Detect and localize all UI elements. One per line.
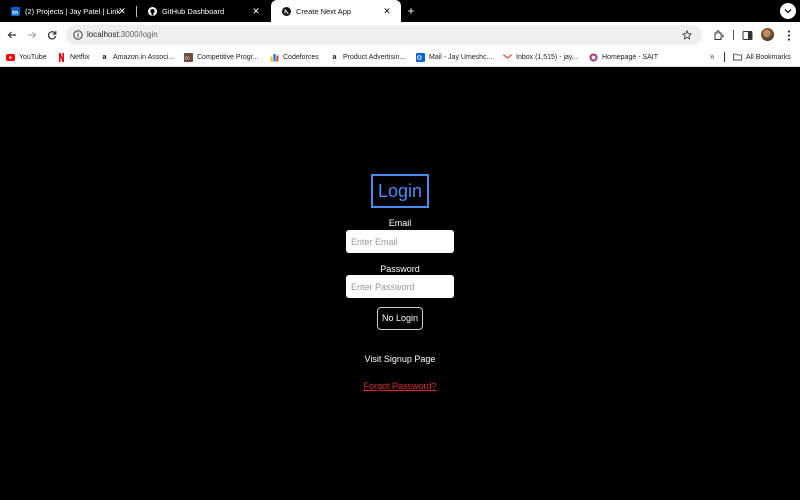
bookmark-label: Homepage - SAIT (602, 53, 659, 61)
bookmark-sait-homepage[interactable]: Homepage - SAIT (589, 50, 658, 64)
reload-button[interactable] (45, 28, 59, 42)
extensions-icon[interactable] (711, 28, 725, 42)
close-icon[interactable]: ✕ (381, 5, 393, 17)
site-info-icon[interactable] (72, 29, 84, 41)
login-heading: Login (371, 174, 429, 208)
amazon-icon: a (102, 53, 107, 61)
address-bar[interactable]: localhost:3000/login (66, 25, 702, 45)
browser-menu-icon[interactable] (782, 28, 796, 42)
tab-title: (2) Projects | Jay Patel | LinkedIn (25, 6, 120, 16)
close-icon[interactable]: ✕ (250, 5, 262, 17)
url-host: localhost (87, 30, 119, 39)
linkedin-icon: in (11, 6, 20, 16)
bookmarks-divider (724, 52, 725, 62)
bookmark-label: YouTube (19, 53, 47, 61)
more-bookmarks-button[interactable]: » (706, 50, 718, 64)
toolbar-divider (733, 30, 734, 40)
forward-button[interactable] (25, 28, 39, 42)
back-button[interactable] (5, 28, 19, 42)
side-panel-icon[interactable] (740, 28, 754, 42)
bookmark-codeforces[interactable]: Codeforces (270, 50, 319, 64)
folder-icon (733, 53, 742, 62)
bookmark-netflix[interactable]: Netflix (57, 50, 89, 64)
tab-create-next-app[interactable]: Create Next App ✕ (271, 0, 401, 22)
back-arrow-icon (7, 31, 16, 39)
nextjs-icon (282, 6, 291, 16)
youtube-icon (6, 53, 15, 62)
tab-title: GitHub Dashboard (162, 6, 225, 16)
forgot-password-link[interactable]: Forgot Password? (340, 380, 460, 392)
bookmarks-bar: YouTube Netflix a Amazon.in Associ... cc… (0, 47, 800, 67)
url-text: localhost:3000/login (87, 28, 158, 42)
tab-search-button[interactable] (780, 3, 796, 19)
bookmark-label: Mail - Jay Umeshc... (429, 53, 493, 61)
bookmark-label: Amazon.in Associ... (113, 53, 175, 61)
bookmark-star-icon[interactable] (680, 28, 694, 42)
close-icon[interactable]: ✕ (116, 5, 128, 17)
bookmark-amazon-associates[interactable]: a Amazon.in Associ... (100, 50, 175, 64)
reload-icon (47, 31, 57, 40)
password-field[interactable] (346, 275, 454, 298)
chevron-down-icon (784, 9, 792, 14)
new-tab-button[interactable]: + (404, 3, 418, 19)
tab-linkedin[interactable]: in (2) Projects | Jay Patel | LinkedIn ✕ (0, 0, 136, 22)
bookmark-competitive-programming[interactable]: cc Competitive Progr... (184, 50, 258, 64)
signup-link[interactable]: Visit Signup Page (340, 353, 460, 365)
browser-tab-strip: in (2) Projects | Jay Patel | LinkedIn ✕… (0, 0, 800, 22)
url-path: :3000/login (118, 30, 158, 39)
profile-avatar[interactable] (761, 28, 774, 41)
netflix-icon (57, 52, 66, 62)
email-field[interactable] (346, 230, 454, 253)
sait-icon (589, 53, 598, 62)
bookmark-youtube[interactable]: YouTube (6, 50, 47, 64)
password-label: Password (380, 264, 420, 274)
bookmark-product-advertising[interactable]: a Product Advertisin... (330, 50, 406, 64)
bookmark-label: All Bookmarks (746, 53, 791, 61)
svg-text:in: in (12, 9, 18, 16)
bookmark-label: Product Advertisin... (343, 53, 406, 61)
email-label: Email (388, 218, 412, 228)
gmail-icon (503, 53, 512, 62)
competitive-programming-icon: cc (184, 52, 193, 62)
all-bookmarks-folder[interactable]: All Bookmarks (733, 50, 791, 64)
login-button[interactable]: No Login (377, 307, 423, 330)
bookmark-label: Codeforces (283, 53, 319, 61)
tab-title: Create Next App (296, 6, 352, 16)
bookmark-label: Inbox (1,515) - jay... (516, 53, 578, 61)
forward-arrow-icon (28, 31, 37, 39)
bookmark-outlook-mail[interactable]: Mail - Jay Umeshc... (416, 50, 492, 64)
browser-toolbar: localhost:3000/login (0, 22, 800, 47)
outlook-icon (416, 52, 425, 62)
login-page: Login Email Password No Login Visit Sign… (0, 67, 800, 500)
amazon-icon: a (332, 53, 337, 61)
bookmark-gmail-inbox[interactable]: Inbox (1,515) - jay... (503, 50, 578, 64)
tab-github[interactable]: GitHub Dashboard ✕ (137, 0, 270, 22)
svg-text:cc: cc (185, 55, 191, 61)
github-icon (148, 6, 157, 16)
bookmark-label: Competitive Progr... (197, 53, 259, 61)
bookmark-label: Netflix (70, 53, 90, 61)
codeforces-icon (270, 53, 279, 62)
